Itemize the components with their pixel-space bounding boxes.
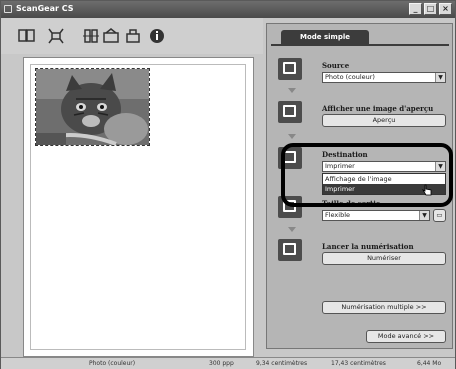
title-bar: ScanGear CS _ □ × bbox=[1, 1, 455, 18]
output-size-select[interactable]: Flexible ▼ bbox=[322, 210, 430, 221]
maximize-button[interactable]: □ bbox=[424, 3, 437, 15]
scangear-window: ScanGear CS _ □ × Mode simple Source Pho… bbox=[0, 0, 456, 369]
window-title: ScanGear CS bbox=[16, 4, 74, 13]
toolbar bbox=[1, 18, 263, 54]
source-label: Source bbox=[322, 61, 350, 70]
app-icon bbox=[4, 5, 12, 13]
scan-label: Lancer la numérisation bbox=[322, 242, 414, 251]
status-bar: Photo (couleur) 300 ppp 9,34 centimètres… bbox=[1, 357, 455, 369]
status-width: 9,34 centimètres bbox=[256, 360, 308, 367]
crop-icon[interactable] bbox=[46, 27, 66, 45]
mirror-icon[interactable] bbox=[81, 27, 101, 45]
chevron-down-icon: ▼ bbox=[419, 211, 429, 220]
scanner-icon bbox=[278, 58, 302, 80]
preview-platen bbox=[30, 64, 246, 350]
crop-frame[interactable] bbox=[35, 68, 150, 146]
thumbnail-icon[interactable] bbox=[17, 27, 37, 45]
step-arrow-icon bbox=[288, 88, 296, 93]
output-size-value: Flexible bbox=[325, 211, 351, 219]
rotate-right-icon[interactable] bbox=[123, 27, 143, 45]
chevron-down-icon: ▼ bbox=[435, 73, 445, 82]
preview-area[interactable] bbox=[23, 57, 254, 357]
output-size-settings-button[interactable]: ▭ bbox=[433, 209, 446, 222]
status-mode: Photo (couleur) bbox=[89, 360, 136, 367]
tab-underline bbox=[271, 44, 449, 46]
rotate-left-icon[interactable] bbox=[101, 27, 121, 45]
status-resolution: 300 ppp bbox=[209, 360, 234, 367]
minimize-button[interactable]: _ bbox=[409, 3, 422, 15]
preview-button[interactable]: Aperçu bbox=[322, 114, 446, 127]
callout-highlight bbox=[281, 143, 453, 207]
source-select[interactable]: Photo (couleur) ▼ bbox=[322, 72, 446, 83]
step-arrow-icon bbox=[288, 227, 296, 232]
source-value: Photo (couleur) bbox=[325, 73, 375, 81]
scan-icon bbox=[278, 239, 302, 261]
preview-label: Afficher une image d'aperçu bbox=[322, 104, 434, 113]
info-icon[interactable] bbox=[147, 27, 167, 45]
status-filesize: 6,44 Mo bbox=[417, 360, 442, 367]
scan-button[interactable]: Numériser bbox=[322, 252, 446, 265]
multi-scan-button[interactable]: Numérisation multiple >> bbox=[322, 301, 446, 314]
status-height: 17,43 centimètres bbox=[331, 360, 386, 367]
tab-mode-simple[interactable]: Mode simple bbox=[281, 30, 369, 45]
preview-icon bbox=[278, 101, 302, 123]
preview-photo bbox=[36, 69, 149, 145]
step-arrow-icon bbox=[288, 134, 296, 139]
advanced-mode-button[interactable]: Mode avancé >> bbox=[366, 330, 446, 343]
close-button[interactable]: × bbox=[439, 3, 452, 15]
